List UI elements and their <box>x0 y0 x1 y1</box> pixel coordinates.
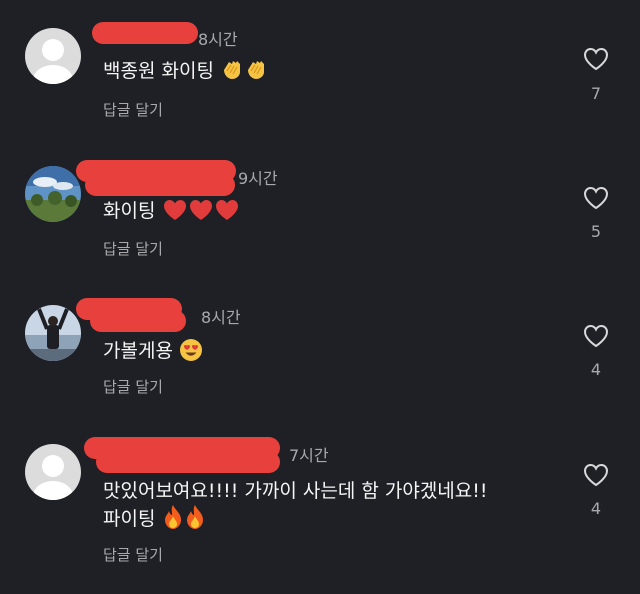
heart-icon <box>162 198 188 222</box>
heart-icon <box>214 198 240 222</box>
avatar[interactable] <box>25 444 81 500</box>
default-user-icon <box>42 455 64 477</box>
comment-timestamp: 8시간 <box>201 308 241 327</box>
comment-text: 화이팅 <box>103 196 240 226</box>
comment-timestamp: 8시간 <box>198 30 238 49</box>
reply-button[interactable]: 답글 달기 <box>103 238 163 259</box>
comment-timestamp: 7시간 <box>289 446 329 465</box>
avatar[interactable] <box>25 305 81 361</box>
clap-icon <box>220 58 244 80</box>
heart-outline-icon[interactable] <box>583 463 609 487</box>
redacted-username <box>92 22 198 44</box>
clap-icon <box>244 58 268 80</box>
fire-icon <box>162 504 184 530</box>
heart-icon <box>188 198 214 222</box>
heart-eyes-face-icon <box>179 338 203 362</box>
comment-text-line-2: 파이팅 <box>103 504 206 534</box>
person-photo-icon <box>25 305 81 361</box>
comment-text: 가볼게용 <box>103 336 203 366</box>
comment-text-body: 화이팅 <box>103 200 156 222</box>
like-count: 5 <box>590 222 602 241</box>
comment-text-body-2: 파이팅 <box>103 508 156 530</box>
comment-text-body: 가볼게용 <box>103 340 173 362</box>
comment-text: 맛있어보여요!!!! 가까이 사는데 함 가야겠네요!! <box>103 476 488 506</box>
fire-icon <box>184 504 206 530</box>
comment-text: 백종원 화이팅 <box>103 56 268 86</box>
landscape-photo-icon <box>25 166 81 222</box>
default-user-icon <box>42 39 64 61</box>
reply-button[interactable]: 답글 달기 <box>103 376 163 397</box>
heart-outline-icon[interactable] <box>583 47 609 71</box>
reply-button[interactable]: 답글 달기 <box>103 544 163 565</box>
reply-button[interactable]: 답글 달기 <box>103 99 163 120</box>
like-count: 7 <box>590 84 602 103</box>
avatar[interactable] <box>25 166 81 222</box>
like-count: 4 <box>590 360 602 379</box>
heart-outline-icon[interactable] <box>583 324 609 348</box>
comment-text-body: 맛있어보여요!!!! 가까이 사는데 함 가야겠네요!! <box>103 480 488 502</box>
like-count: 4 <box>590 499 602 518</box>
avatar[interactable] <box>25 28 81 84</box>
comment-text-body: 백종원 화이팅 <box>103 60 214 82</box>
comment-timestamp: 9시간 <box>238 169 278 188</box>
heart-outline-icon[interactable] <box>583 186 609 210</box>
